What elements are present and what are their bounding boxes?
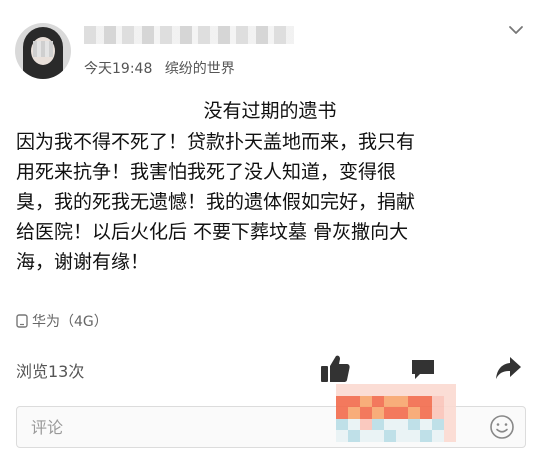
redaction-pixel xyxy=(348,407,360,419)
redaction-pixel xyxy=(420,407,432,419)
redaction-pixel xyxy=(384,430,396,442)
device-info: 华为（4G） xyxy=(16,311,108,331)
weibo-post: 今天19:48 缤纷的世界 没有过期的遗书 因为我不得不死了！贷款扑天盖地而来，… xyxy=(0,0,540,465)
avatar-blur xyxy=(33,41,53,57)
redaction-pixel xyxy=(372,430,384,442)
post-body-line: 用死来抗争！我害怕我死了没人知道，变得很 xyxy=(16,161,397,183)
redaction-pixel xyxy=(384,384,396,396)
post-source[interactable]: 缤纷的世界 xyxy=(165,61,235,77)
redaction-pixel xyxy=(384,407,396,419)
avatar[interactable] xyxy=(15,23,71,79)
device-label: 华为（4G） xyxy=(32,314,108,330)
redaction-pixel xyxy=(372,418,384,431)
redaction-pixel xyxy=(396,407,408,419)
redaction-pixel xyxy=(360,418,372,431)
post-title: 没有过期的遗书 xyxy=(203,100,337,122)
username-redacted[interactable] xyxy=(84,26,294,44)
redaction-pixel xyxy=(396,384,408,396)
redaction-pixel xyxy=(420,418,432,431)
redaction-pixel xyxy=(420,395,432,408)
redaction-pixel xyxy=(408,407,420,419)
redaction-pixel xyxy=(420,430,432,442)
post-body-line: 臭，我的死我无遗憾！我的遗体假如完好，捐献 xyxy=(16,191,416,213)
redaction-pixel xyxy=(420,384,432,396)
redaction-pixel xyxy=(432,395,444,408)
redaction-mosaic xyxy=(336,384,456,442)
redaction-pixel xyxy=(360,430,372,442)
post-body: 因为我不得不死了！贷款扑天盖地而来，我只有 用死来抗争！我害怕我死了没人知道，变… xyxy=(16,127,524,277)
redaction-pixel xyxy=(444,384,456,396)
redaction-pixel xyxy=(396,395,408,408)
share-icon[interactable] xyxy=(494,354,522,382)
post-body-line: 因为我不得不死了！贷款扑天盖地而来，我只有 xyxy=(16,131,416,153)
redaction-pixel xyxy=(348,418,360,431)
redaction-pixel xyxy=(432,430,444,442)
redaction-pixel xyxy=(348,384,360,396)
redaction-pixel xyxy=(360,395,372,408)
post-meta: 今天19:48 缤纷的世界 xyxy=(84,58,235,78)
redaction-pixel xyxy=(444,418,456,431)
post-body-line: 给医院！以后火化后 不要下葬坟墓 骨灰撒向大 xyxy=(16,221,409,243)
redaction-pixel xyxy=(336,418,348,431)
redaction-pixel xyxy=(336,407,348,419)
redaction-pixel xyxy=(432,407,444,419)
redaction-pixel xyxy=(336,384,348,396)
redaction-pixel xyxy=(336,430,348,442)
redaction-pixel xyxy=(444,430,456,442)
redaction-pixel xyxy=(372,395,384,408)
redaction-pixel xyxy=(396,430,408,442)
redaction-pixel xyxy=(432,384,444,396)
redaction-pixel xyxy=(384,395,396,408)
redaction-pixel xyxy=(432,418,444,431)
view-count: 浏览13次 xyxy=(16,362,85,381)
phone-icon xyxy=(16,314,28,328)
like-icon[interactable] xyxy=(318,352,352,386)
redaction-pixel xyxy=(372,407,384,419)
redaction-pixel xyxy=(360,384,372,396)
redaction-pixel xyxy=(372,384,384,396)
chevron-down-icon[interactable] xyxy=(508,22,524,38)
redaction-pixel xyxy=(408,430,420,442)
redaction-pixel xyxy=(408,384,420,396)
redaction-pixel xyxy=(408,418,420,431)
emoji-icon[interactable] xyxy=(489,414,515,440)
redaction-pixel xyxy=(444,395,456,408)
post-body-line: 海，谢谢有缘！ xyxy=(16,251,150,273)
redaction-pixel xyxy=(360,407,372,419)
redaction-pixel xyxy=(384,418,396,431)
redaction-pixel xyxy=(444,407,456,419)
redaction-pixel xyxy=(348,430,360,442)
redaction-pixel xyxy=(336,395,348,408)
post-time: 今天19:48 xyxy=(84,61,153,77)
redaction-pixel xyxy=(348,395,360,408)
comment-icon[interactable] xyxy=(410,356,436,382)
redaction-pixel xyxy=(408,395,420,408)
redaction-pixel xyxy=(396,418,408,431)
